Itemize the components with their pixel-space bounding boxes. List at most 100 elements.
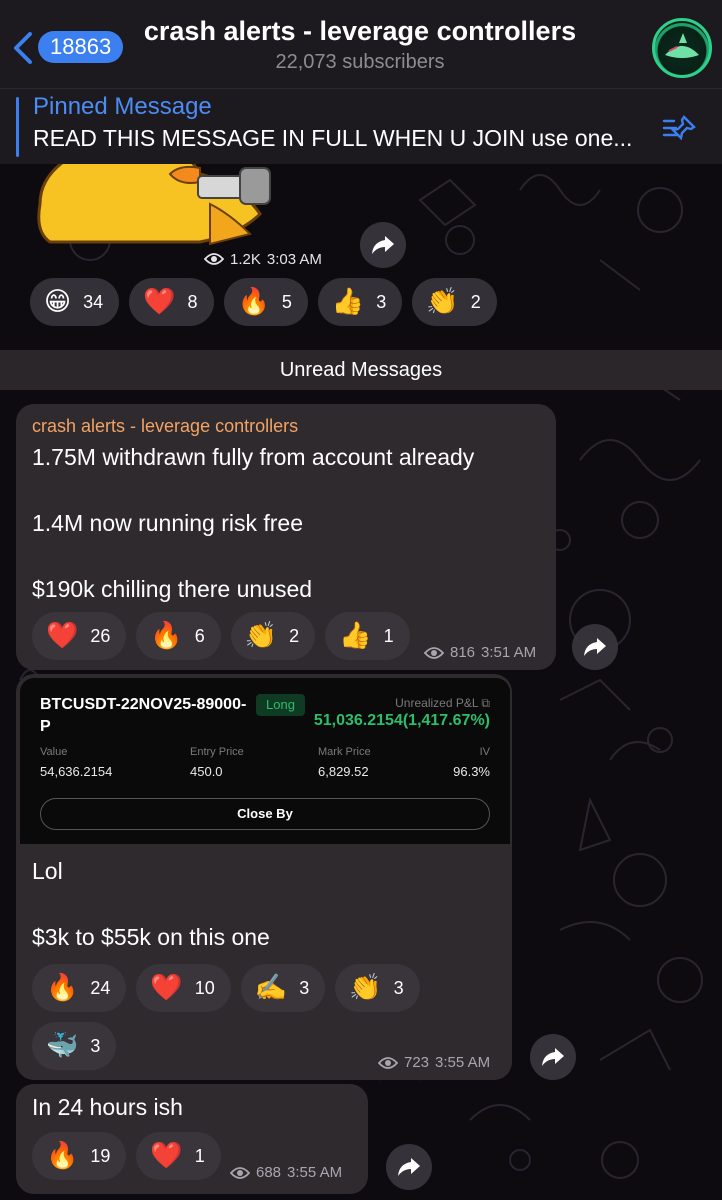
message-line: $3k to $55k on this one	[32, 924, 270, 950]
reaction-count: 24	[90, 977, 111, 998]
pnl-label: Unrealized P&L ⧉	[395, 696, 490, 711]
reaction-chip[interactable]: ❤️ 8	[129, 278, 214, 326]
message-line: In 24 hours ish	[32, 1094, 183, 1120]
reaction-chip[interactable]: 👏 3	[335, 964, 420, 1012]
card-column-value: Value 54,636.2154	[40, 746, 112, 779]
forward-arrow-icon	[584, 638, 606, 656]
sticker-reactions: 😁 34 ❤️ 8 🔥 5 👍 3 👏 2	[30, 278, 497, 326]
reaction-count: 1	[194, 1145, 205, 1166]
column-value: 54,636.2154	[40, 764, 113, 779]
message-bubble[interactable]: crash alerts - leverage controllers 1.75…	[16, 404, 556, 670]
reaction-count: 26	[90, 625, 111, 646]
column-value: 6,829.52	[318, 764, 369, 779]
pinned-indicator	[16, 97, 19, 157]
reaction-chip[interactable]: 👏 2	[412, 278, 497, 326]
column-label: Value	[40, 746, 68, 758]
column-value: 96.3%	[453, 764, 490, 779]
reaction-chip[interactable]: 😁 34	[30, 278, 120, 326]
shark-logo-icon	[665, 33, 699, 58]
message-line: $190k chilling there unused	[32, 576, 313, 602]
view-count: 723	[404, 1054, 430, 1071]
reaction-count: 1	[383, 625, 394, 646]
position-side-badge: Long	[256, 694, 305, 716]
pinned-title: Pinned Message	[33, 93, 212, 120]
reaction-chip[interactable]: ❤️ 26	[32, 612, 127, 660]
channel-avatar[interactable]	[652, 18, 712, 78]
view-count: 688	[256, 1164, 282, 1181]
reaction-chip[interactable]: ❤️ 10	[136, 964, 231, 1012]
reaction-chip[interactable]: 🔥 24	[32, 964, 127, 1012]
reaction-emoji: 👏	[349, 973, 382, 1003]
message-meta: 688 3:55 AM	[230, 1164, 342, 1181]
close-by-button[interactable]: Close By	[40, 798, 490, 830]
forward-arrow-icon	[398, 1158, 420, 1176]
reaction-emoji: 🔥	[46, 1141, 79, 1171]
share-button[interactable]	[360, 222, 406, 268]
pinned-message-bar[interactable]: Pinned Message READ THIS MESSAGE IN FULL…	[0, 88, 722, 164]
message-line: 1.4M now running risk free	[32, 510, 304, 536]
share-button[interactable]	[572, 624, 618, 670]
reaction-chip[interactable]: 🔥 19	[32, 1132, 127, 1180]
share-button[interactable]	[386, 1144, 432, 1190]
reaction-count: 6	[194, 625, 205, 646]
pnl-label-text: Unrealized P&L	[395, 696, 479, 710]
reaction-count: 3	[90, 1035, 101, 1056]
reaction-chip[interactable]: 👍 1	[325, 612, 410, 660]
reaction-chip[interactable]: 🔥 6	[136, 612, 221, 660]
reaction-chip[interactable]: 👏 2	[230, 612, 316, 660]
card-column-entry: Entry Price 450.0	[190, 746, 244, 779]
column-label: Mark Price	[318, 746, 371, 758]
view-count: 816	[450, 644, 476, 661]
reaction-chip[interactable]: ❤️ 1	[136, 1132, 221, 1180]
channel-info[interactable]: crash alerts - leverage controllers 22,0…	[130, 16, 590, 74]
pin-list-icon[interactable]	[662, 113, 698, 143]
eye-icon	[204, 253, 224, 265]
reaction-emoji: 🔥	[150, 621, 183, 651]
duck-sticker-image	[37, 164, 271, 246]
column-value: 450.0	[190, 764, 223, 779]
reaction-count: 3	[299, 977, 310, 998]
sticker-meta: 1.2K 3:03 AM	[200, 246, 326, 272]
message-time: 3:51 AM	[481, 644, 537, 661]
reaction-emoji: 👍	[339, 621, 372, 651]
eye-icon	[424, 646, 444, 659]
forward-arrow-icon	[372, 236, 394, 254]
pnl-value: 51,036.2154(1,417.67%)	[313, 712, 490, 729]
reaction-count: 10	[194, 977, 215, 998]
reaction-emoji: 👍	[331, 287, 365, 317]
message-meta: 816 3:51 AM	[424, 644, 536, 661]
external-link-icon[interactable]: ⧉	[481, 696, 490, 710]
message-time: 3:55 AM	[287, 1164, 343, 1181]
position-card[interactable]: BTCUSDT-22NOV25-89000-P Long Unrealized …	[20, 678, 510, 844]
reaction-count: 34	[83, 291, 104, 312]
reaction-emoji: ❤️	[150, 1141, 183, 1171]
pinned-text: READ THIS MESSAGE IN FULL WHEN U JOIN us…	[33, 125, 633, 151]
message-sender: crash alerts - leverage controllers	[32, 416, 299, 436]
share-button[interactable]	[530, 1034, 576, 1080]
chat-header: 18863 crash alerts - leverage controller…	[0, 0, 722, 88]
back-button[interactable]: 18863	[10, 26, 124, 70]
message-reactions: ❤️ 26 🔥 6 👏 2 👍 1	[32, 612, 410, 660]
reaction-emoji: ❤️	[143, 287, 176, 317]
unread-count-badge: 18863	[38, 31, 124, 63]
reaction-emoji: 🐳	[46, 1031, 79, 1061]
chevron-left-icon	[14, 32, 32, 64]
reaction-emoji: ❤️	[150, 973, 183, 1003]
reaction-emoji: 👏	[426, 287, 459, 317]
reaction-count: 3	[376, 291, 387, 312]
channel-title: crash alerts - leverage controllers	[143, 16, 577, 46]
reaction-chip[interactable]: 🔥 5	[223, 278, 308, 326]
reaction-chip[interactable]: ✍️ 3	[240, 964, 326, 1012]
message-line: Lol	[32, 858, 63, 884]
reaction-emoji: 😁	[44, 287, 72, 317]
reaction-emoji: ❤️	[46, 621, 79, 651]
message-bubble[interactable]: In 24 hours ish 🔥 19 ❤️ 1 688 3:55 AM	[16, 1084, 368, 1194]
reaction-emoji: 👏	[244, 621, 278, 651]
duck-sticker[interactable]	[30, 164, 300, 246]
reaction-chip[interactable]: 👍 3	[317, 278, 403, 326]
reaction-chip[interactable]: 🐳 3	[32, 1022, 117, 1070]
message-reactions: 🔥 19 ❤️ 1	[32, 1132, 221, 1180]
reaction-count: 19	[90, 1145, 111, 1166]
reaction-count: 5	[281, 291, 292, 312]
subscriber-count: 22,073 subscribers	[275, 51, 445, 73]
